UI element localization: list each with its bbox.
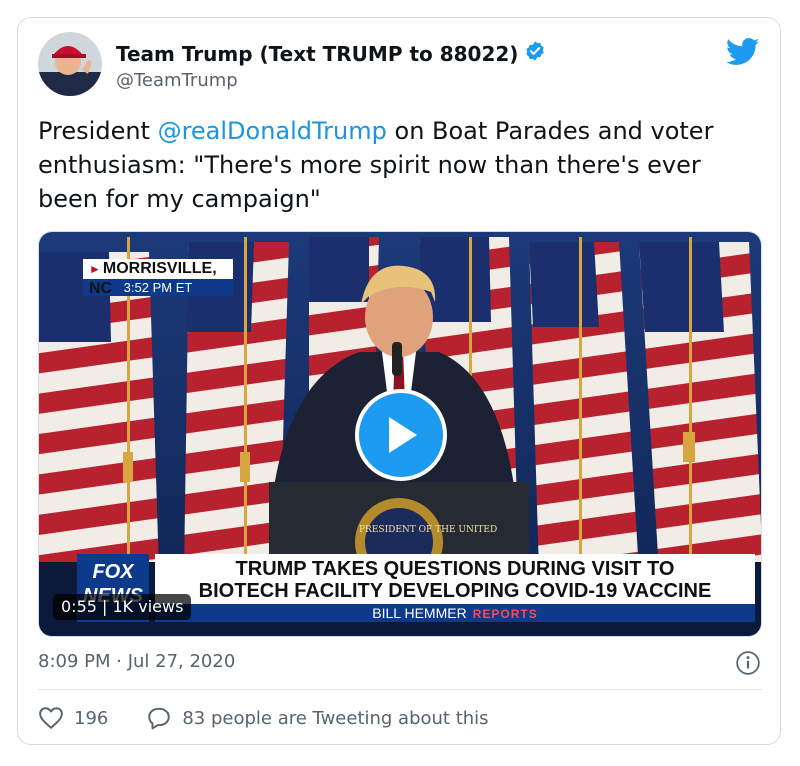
display-name-text[interactable]: Team Trump (Text TRUMP to 88022) <box>116 42 518 66</box>
tweet-timestamp[interactable]: 8:09 PM · Jul 27, 2020 <box>38 651 235 672</box>
location-city: ► MORRISVILLE, NC <box>83 259 233 297</box>
tweet-embed-card[interactable]: Team Trump (Text TRUMP to 88022) @TeamTr… <box>17 17 781 745</box>
user-handle[interactable]: @TeamTrump <box>116 70 238 91</box>
headline-line2: BIOTECH FACILITY DEVELOPING COVID-19 VAC… <box>198 580 712 602</box>
like-action[interactable]: 196 <box>38 706 108 730</box>
twitter-bird-icon[interactable] <box>725 38 760 70</box>
info-icon[interactable] <box>735 650 761 680</box>
speech-bubble-icon <box>148 707 171 730</box>
tweet-actions: 196 83 people are Tweeting about this <box>38 706 489 730</box>
reporter-name: BILL HEMMER <box>372 605 467 621</box>
tweet-text-before: President <box>38 117 158 145</box>
play-button[interactable] <box>355 389 447 481</box>
mention-link[interactable]: @realDonaldTrump <box>158 117 387 145</box>
reply-text: 83 people are Tweeting about this <box>182 707 489 729</box>
tweet-text: President @realDonaldTrump on Boat Parad… <box>38 114 758 216</box>
heart-icon <box>39 707 63 729</box>
reporter-bar: BILL HEMMER REPORTS <box>155 604 755 622</box>
seal-text: PRESIDENT OF THE UNITED <box>359 525 497 535</box>
avatar[interactable] <box>38 32 102 96</box>
like-count: 196 <box>74 707 109 729</box>
video-duration-views: 0:55 | 1K views <box>53 594 192 620</box>
play-icon <box>389 417 417 453</box>
divider <box>38 689 762 690</box>
headline-line1: TRUMP TAKES QUESTIONS DURING VISIT TO <box>235 558 675 580</box>
arrow-icon: ► <box>89 262 101 276</box>
reply-action[interactable]: 83 people are Tweeting about this <box>146 706 489 730</box>
display-name[interactable]: Team Trump (Text TRUMP to 88022) <box>116 40 546 67</box>
news-headline: TRUMP TAKES QUESTIONS DURING VISIT TO BI… <box>155 554 755 604</box>
network-line1: FOX <box>92 561 134 583</box>
reporter-suffix: REPORTS <box>472 607 538 621</box>
video-player[interactable]: PRESIDENT OF THE UNITED ► MORRISVILLE, NC… <box>38 231 762 637</box>
location-chyron: ► MORRISVILLE, NC 3:52 PM ET <box>83 259 233 297</box>
verified-badge-icon <box>524 40 546 67</box>
